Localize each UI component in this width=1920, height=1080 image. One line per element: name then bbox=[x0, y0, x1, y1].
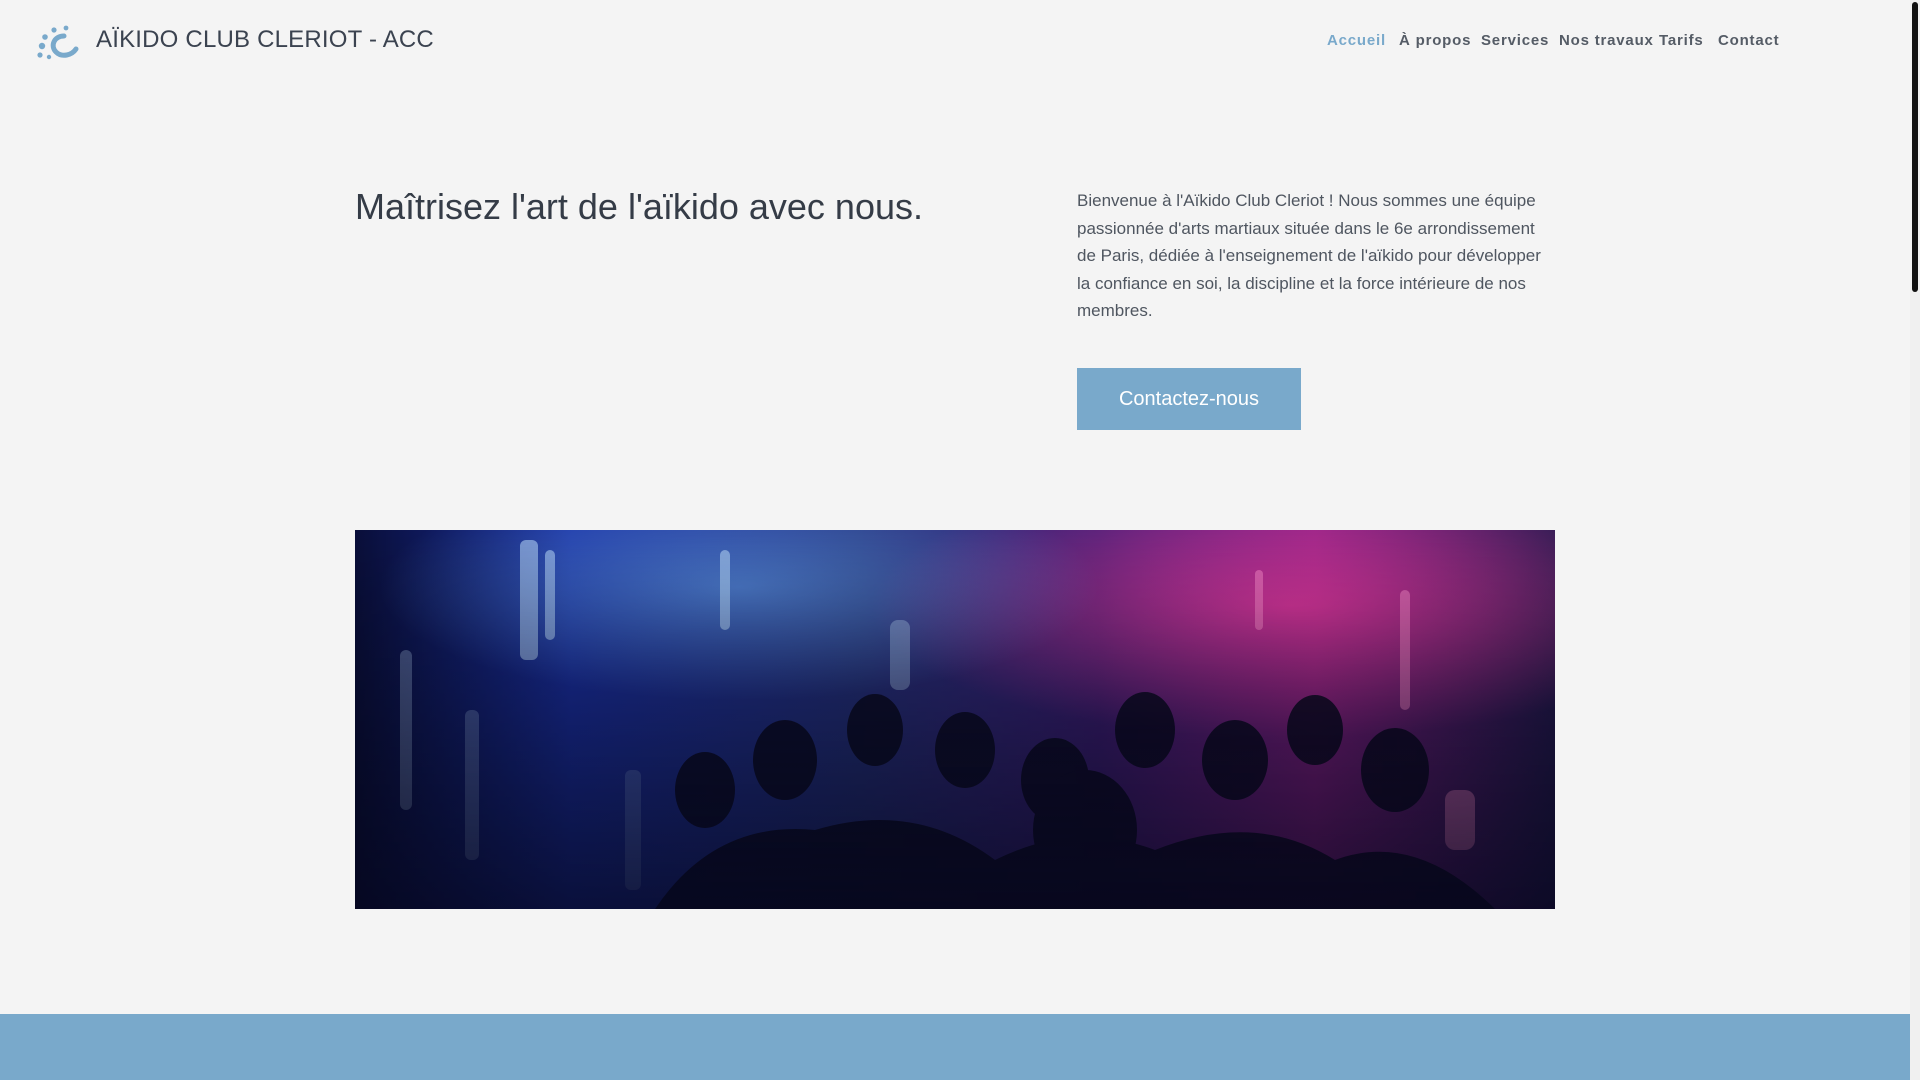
contact-us-button[interactable]: Contactez-nous bbox=[1077, 368, 1301, 430]
nav-link-services[interactable]: Services bbox=[1481, 32, 1549, 49]
footer-band bbox=[0, 1014, 1910, 1080]
hero-description: Bienvenue à l'Aïkido Club Cleriot ! Nous… bbox=[1077, 191, 1541, 320]
site-title[interactable]: AÏKIDO CLUB CLERIOT - ACC bbox=[96, 26, 434, 54]
main-nav: Accueil À propos Services Nos travaux Ta… bbox=[1282, 32, 1882, 52]
scrollbar-thumb[interactable] bbox=[1912, 2, 1918, 292]
nav-link-nos-travaux[interactable]: Nos travaux bbox=[1559, 32, 1654, 49]
nav-link-a-propos[interactable]: À propos bbox=[1399, 32, 1471, 49]
nav-link-contact[interactable]: Contact bbox=[1718, 32, 1779, 49]
splash-logo-icon[interactable] bbox=[36, 24, 80, 60]
hero-banner-image bbox=[355, 530, 1555, 909]
hero-title: Maîtrisez l'art de l'aïkido avec nous. bbox=[355, 186, 924, 227]
nav-link-accueil[interactable]: Accueil bbox=[1327, 32, 1386, 49]
site-header: AÏKIDO CLUB CLERIOT - ACC Accueil À prop… bbox=[0, 0, 1910, 82]
page-scrollbar[interactable] bbox=[1910, 0, 1920, 1080]
page: AÏKIDO CLUB CLERIOT - ACC Accueil À prop… bbox=[0, 0, 1910, 1080]
nav-overflow-fade bbox=[1812, 32, 1882, 52]
nav-link-tarifs[interactable]: Tarifs bbox=[1659, 32, 1704, 49]
